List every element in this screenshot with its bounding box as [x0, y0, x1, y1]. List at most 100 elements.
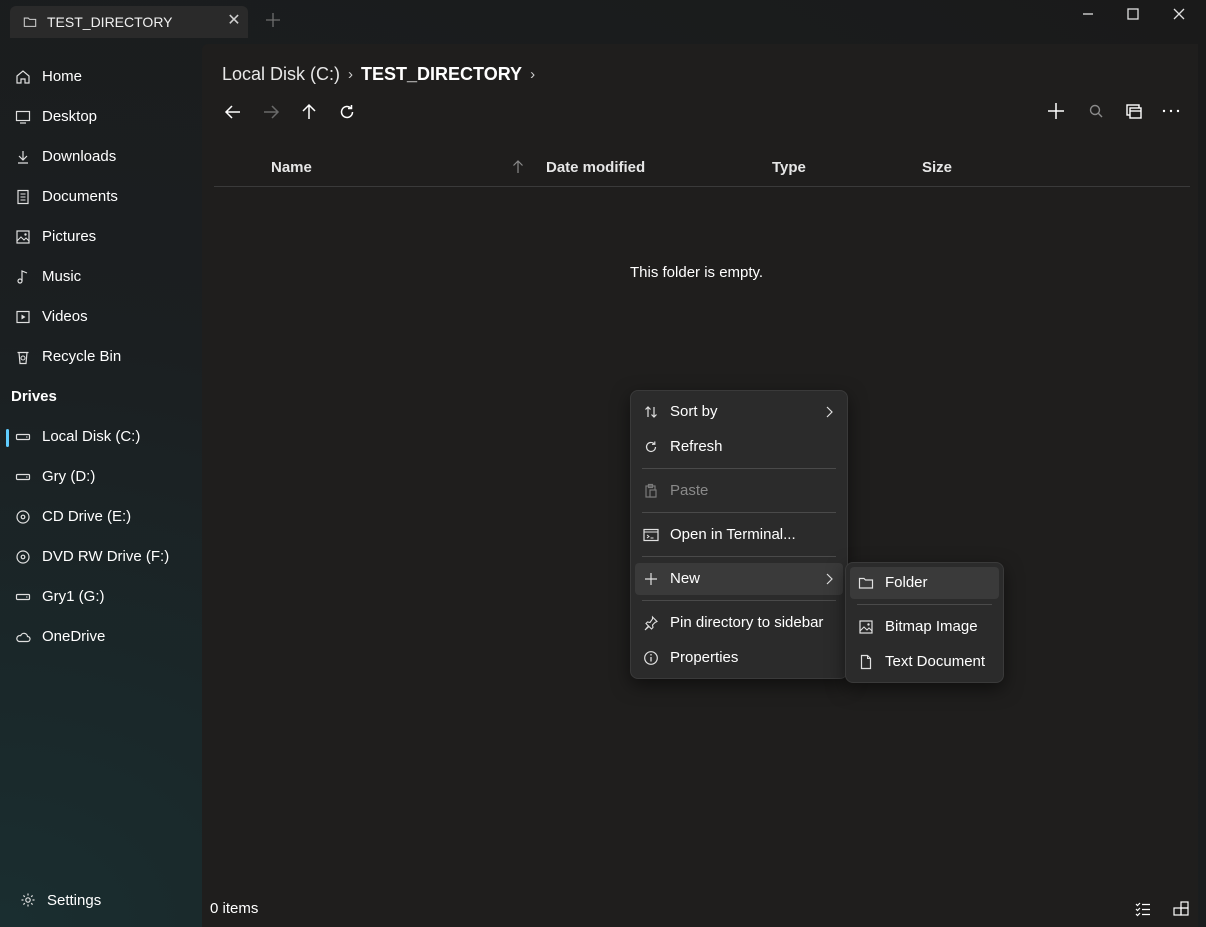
column-header-row: Name Date modified Type Size [214, 156, 1190, 187]
forward-button[interactable] [260, 101, 282, 123]
sidebar-item-label: Gry1 (G:) [42, 588, 105, 605]
details-view-icon[interactable] [1134, 900, 1152, 918]
recycle-bin-icon [17, 351, 29, 365]
menu-item-label: Open in Terminal... [670, 526, 796, 543]
sidebar-item-label: Music [42, 268, 82, 285]
context-menu: Sort by Refresh Paste Open in Terminal..… [630, 390, 848, 679]
sidebar-item-local-disk-c[interactable]: Local Disk (C:) [0, 419, 202, 455]
close-tab-icon[interactable]: ✕ [226, 13, 242, 29]
refresh-icon [340, 105, 354, 119]
menu-item-refresh[interactable]: Refresh [635, 431, 843, 463]
sidebar-item-gry1-g[interactable]: Gry1 (G:) [0, 579, 202, 615]
sidebar-item-onedrive[interactable]: OneDrive [0, 619, 202, 655]
menu-item-new[interactable]: New [635, 563, 843, 595]
folder-icon [858, 577, 874, 589]
chevron-right-icon[interactable]: › [530, 66, 535, 83]
sidebar-item-label: Desktop [42, 108, 98, 125]
title-bar: TEST_DIRECTORY ✕ [0, 0, 1206, 44]
sidebar-item-label: Gry (D:) [42, 468, 96, 485]
column-name[interactable]: Name [271, 159, 312, 176]
arrow-up-icon [302, 103, 316, 119]
menu-item-paste[interactable]: Paste [635, 475, 843, 507]
new-item-button[interactable] [1045, 100, 1067, 122]
sidebar-item-home[interactable]: Home [0, 59, 202, 95]
sidebar-item-pictures[interactable]: Pictures [0, 219, 202, 255]
grid-view-icon[interactable] [1172, 900, 1190, 918]
menu-item-open-in-terminal[interactable]: Open in Terminal... [635, 519, 843, 551]
menu-item-pin-to-sidebar[interactable]: Pin directory to sidebar [635, 607, 843, 639]
menu-item-properties[interactable]: Properties [635, 642, 843, 674]
disc-icon [16, 510, 30, 524]
sidebar-item-label: Documents [42, 188, 118, 205]
terminal-icon [643, 528, 659, 542]
breadcrumb-local-disk[interactable]: Local Disk (C:) [222, 64, 340, 85]
document-icon [860, 654, 872, 670]
tab-test-directory[interactable]: TEST_DIRECTORY ✕ [10, 6, 248, 38]
more-options-button[interactable] [1160, 100, 1182, 122]
download-icon [18, 151, 28, 164]
sidebar-item-videos[interactable]: Videos [0, 299, 202, 335]
sidebar-item-recycle-bin[interactable]: Recycle Bin [0, 339, 202, 375]
minimize-icon[interactable] [1078, 6, 1098, 22]
column-date-modified[interactable]: Date modified [546, 159, 645, 176]
sidebar-item-label: Home [42, 68, 83, 85]
item-count: 0 items [210, 900, 259, 917]
desktop-icon [15, 110, 31, 124]
sidebar-item-label: DVD RW Drive (F:) [42, 548, 170, 565]
sidebar-item-documents[interactable]: Documents [0, 179, 202, 215]
search-icon [1089, 104, 1103, 118]
chevron-right-icon[interactable]: › [348, 66, 353, 83]
search-button[interactable] [1085, 100, 1107, 122]
sort-ascending-icon[interactable] [511, 159, 525, 175]
sidebar-item-dvd-rw-drive-f[interactable]: DVD RW Drive (F:) [0, 539, 202, 575]
sidebar-item-cd-drive-e[interactable]: CD Drive (E:) [0, 499, 202, 535]
sidebar: Home Desktop Downloads Documents Picture… [0, 44, 202, 927]
plus-icon [645, 573, 657, 585]
sidebar-item-desktop[interactable]: Desktop [0, 99, 202, 135]
close-window-icon[interactable] [1169, 6, 1189, 22]
maximize-icon[interactable] [1123, 6, 1143, 22]
arrow-right-icon [264, 105, 280, 119]
sidebar-item-gry-d[interactable]: Gry (D:) [0, 459, 202, 495]
sort-icon [645, 406, 657, 418]
sidebar-item-label: Local Disk (C:) [42, 428, 141, 445]
menu-item-label: Folder [885, 574, 928, 591]
arrow-left-icon [224, 105, 240, 119]
cloud-icon [16, 632, 31, 643]
layout-button[interactable] [1123, 100, 1145, 122]
document-icon [17, 189, 29, 205]
paste-icon [645, 483, 657, 498]
chevron-right-icon [826, 406, 833, 418]
sidebar-item-label: CD Drive (E:) [42, 508, 132, 525]
menu-item-sort-by[interactable]: Sort by [635, 396, 843, 428]
sidebar-item-music[interactable]: Music [0, 259, 202, 295]
submenu-item-text-document[interactable]: Text Document [850, 646, 999, 678]
breadcrumb-test-directory[interactable]: TEST_DIRECTORY [361, 64, 522, 85]
gear-icon [21, 893, 35, 907]
up-button[interactable] [298, 101, 320, 123]
drive-icon [15, 473, 31, 481]
empty-folder-message: This folder is empty. [630, 264, 764, 281]
picture-icon [859, 620, 873, 634]
column-type[interactable]: Type [772, 159, 806, 176]
submenu-item-bitmap-image[interactable]: Bitmap Image [850, 611, 999, 643]
menu-divider [642, 556, 836, 557]
chevron-right-icon [826, 573, 833, 585]
tab-title: TEST_DIRECTORY [47, 14, 173, 30]
settings-button[interactable]: Settings [0, 884, 202, 920]
menu-item-label: Sort by [670, 403, 718, 420]
new-tab-icon[interactable] [264, 11, 282, 29]
folder-icon [23, 17, 37, 27]
menu-item-label: Bitmap Image [885, 618, 978, 635]
back-button[interactable] [222, 101, 244, 123]
submenu-item-folder[interactable]: Folder [850, 567, 999, 599]
info-icon [644, 651, 658, 665]
sidebar-item-label: Pictures [42, 228, 97, 245]
sidebar-item-downloads[interactable]: Downloads [0, 139, 202, 175]
refresh-button[interactable] [336, 101, 358, 123]
column-size[interactable]: Size [922, 159, 952, 176]
sidebar-item-label: Recycle Bin [42, 348, 122, 365]
drive-icon [15, 433, 31, 441]
more-icon [1162, 109, 1180, 113]
sidebar-item-label: Videos [42, 308, 88, 325]
